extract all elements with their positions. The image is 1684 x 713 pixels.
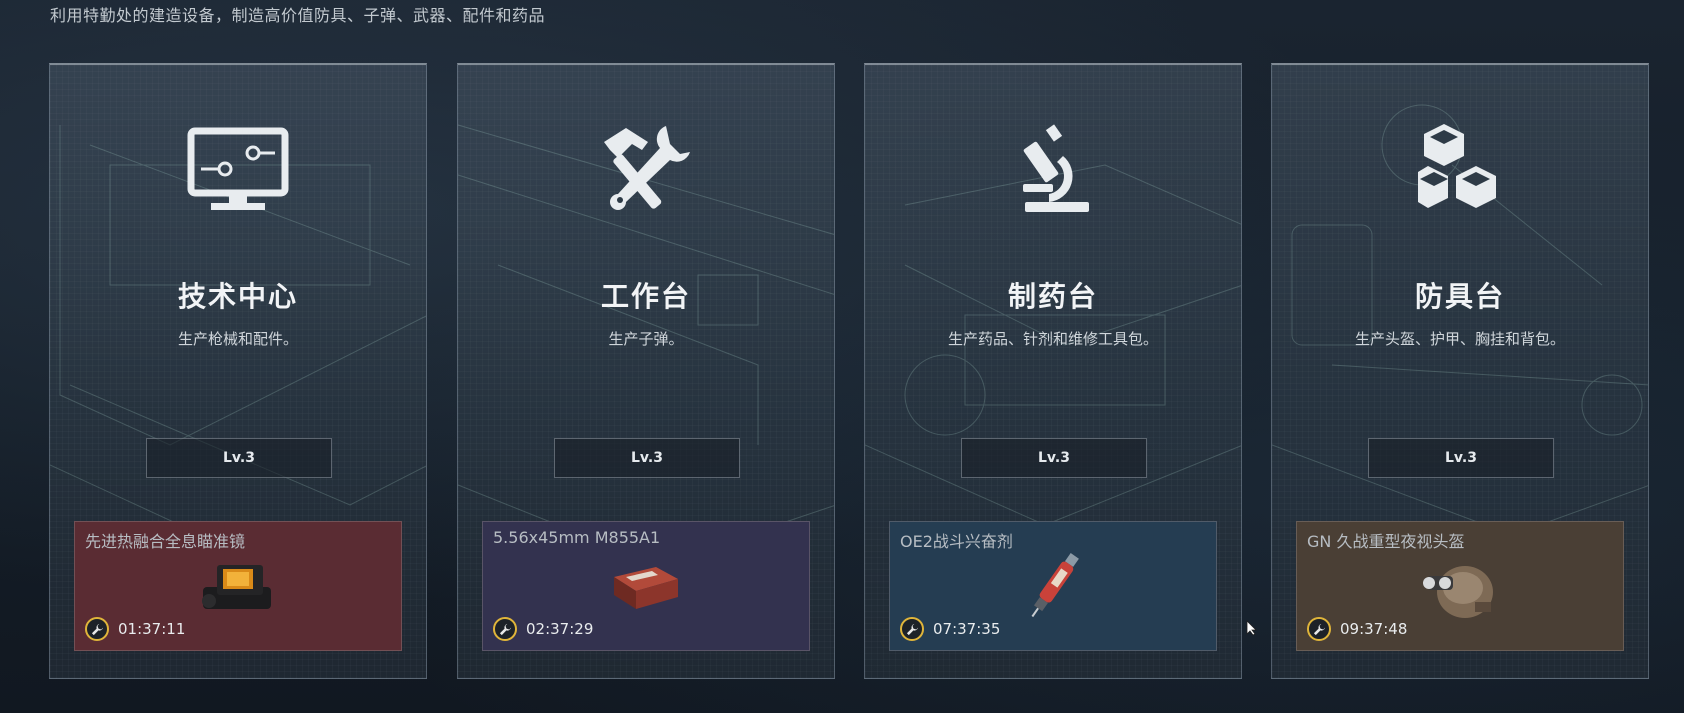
- level-button[interactable]: Lv.3: [1368, 438, 1554, 478]
- page-subtitle: 利用特勤处的建造设备，制造高价值防具、子弹、武器、配件和药品: [50, 6, 546, 25]
- timer-text: 01:37:11: [118, 620, 186, 638]
- wrench-icon: [493, 617, 517, 641]
- timer-text: 07:37:35: [933, 620, 1001, 638]
- card-description: 生产枪械和配件。: [177, 330, 298, 348]
- card-description: 生产子弹。: [608, 330, 684, 348]
- timer-text: 09:37:48: [1340, 620, 1408, 638]
- station-card-workbench[interactable]: 工作台 生产子弹。 Lv.3 5.56x45mm M855A1 02:37:29: [457, 63, 835, 679]
- wrench-icon: [85, 617, 109, 641]
- production-item-name: 先进热融合全息瞄准镜: [85, 532, 246, 551]
- ammo-box-icon: [591, 552, 701, 622]
- station-card-armor-bench[interactable]: 防具台 生产头盔、护甲、胸挂和背包。 Lv.3 GN 久战重型夜视头盔 09:3…: [1271, 63, 1649, 679]
- card-title: 技术中心: [177, 280, 298, 313]
- holographic-sight-icon: [183, 552, 293, 622]
- production-slot[interactable]: 5.56x45mm M855A1 02:37:29: [482, 521, 810, 651]
- production-timer: 09:37:48: [1307, 617, 1407, 641]
- wrench-icon: [900, 617, 924, 641]
- station-card-tech-center[interactable]: 技术中心 生产枪械和配件。 Lv.3 先进热融合全息瞄准镜 01:37:11: [49, 63, 427, 679]
- hammer-wrench-icon: [458, 120, 834, 220]
- production-item-name: OE2战斗兴奋剂: [900, 532, 1013, 551]
- level-button[interactable]: Lv.3: [146, 438, 332, 478]
- level-button[interactable]: Lv.3: [961, 438, 1147, 478]
- card-description: 生产药品、针剂和维修工具包。: [947, 330, 1158, 348]
- production-item-name: GN 久战重型夜视头盔: [1307, 532, 1465, 551]
- production-timer: 02:37:29: [493, 617, 593, 641]
- production-timer: 07:37:35: [900, 617, 1000, 641]
- level-button[interactable]: Lv.3: [554, 438, 740, 478]
- night-vision-helmet-icon: [1405, 552, 1515, 622]
- mouse-cursor-icon: [1246, 620, 1258, 640]
- microscope-icon: [865, 120, 1241, 220]
- production-item-name: 5.56x45mm M855A1: [493, 528, 661, 547]
- production-slot[interactable]: GN 久战重型夜视头盔 09:37:48: [1296, 521, 1624, 651]
- production-slot[interactable]: OE2战斗兴奋剂 07:37:35: [889, 521, 1217, 651]
- card-title: 防具台: [1414, 280, 1505, 313]
- card-title: 制药台: [1007, 280, 1098, 313]
- production-slot[interactable]: 先进热融合全息瞄准镜 01:37:11: [74, 521, 402, 651]
- cubes-icon: [1272, 120, 1648, 220]
- timer-text: 02:37:29: [526, 620, 594, 638]
- card-title: 工作台: [600, 280, 691, 313]
- computer-monitor-icon: [50, 120, 426, 220]
- production-timer: 01:37:11: [85, 617, 185, 641]
- wrench-icon: [1307, 617, 1331, 641]
- injector-icon: [998, 552, 1108, 622]
- card-description: 生产头盔、护甲、胸挂和背包。: [1354, 330, 1565, 348]
- station-card-pharmacy[interactable]: 制药台 生产药品、针剂和维修工具包。 Lv.3 OE2战斗兴奋剂 07:37:3…: [864, 63, 1242, 679]
